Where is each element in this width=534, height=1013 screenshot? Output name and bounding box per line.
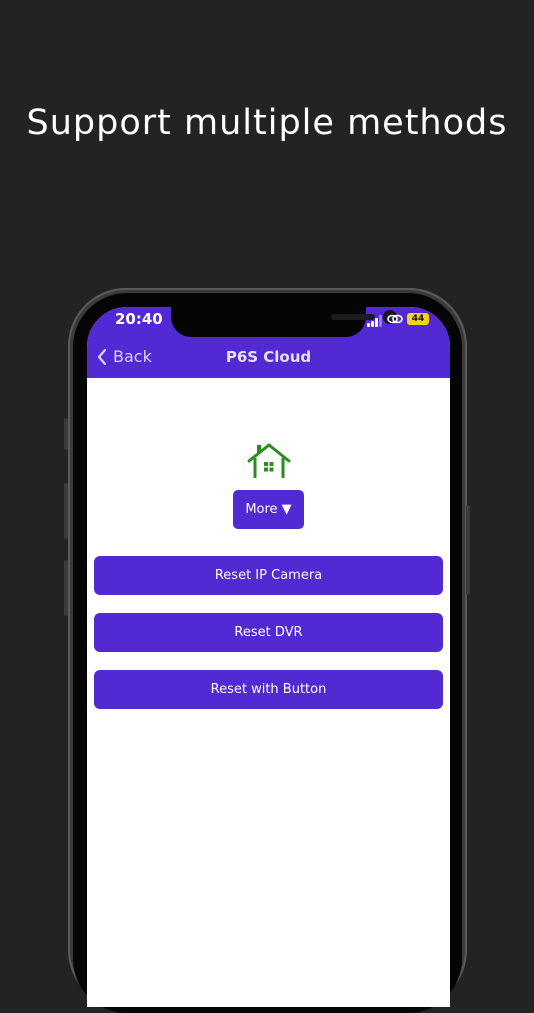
button-label: Reset DVR bbox=[234, 625, 303, 640]
signal-bar bbox=[367, 323, 370, 327]
mute-switch bbox=[64, 418, 68, 450]
battery-level: 44 bbox=[411, 314, 425, 324]
page-title: P6S Cloud bbox=[225, 348, 312, 366]
house-icon bbox=[247, 443, 291, 478]
promo-headline: Support multiple methods bbox=[26, 103, 508, 143]
reset-dvr-button[interactable]: Reset DVR bbox=[94, 613, 443, 652]
button-label: Reset with Button bbox=[210, 682, 327, 697]
signal-bar bbox=[371, 321, 374, 327]
app-header: 20:40 44 Back P6S Cloud bbox=[87, 307, 450, 378]
speaker bbox=[331, 314, 375, 320]
more-button[interactable]: More ▼ bbox=[233, 490, 304, 529]
signal-bar bbox=[379, 315, 382, 327]
reset-with-button-button[interactable]: Reset with Button bbox=[94, 670, 443, 709]
power-button bbox=[466, 505, 470, 595]
reset-ip-camera-button[interactable]: Reset IP Camera bbox=[94, 556, 443, 595]
phone-screen: 20:40 44 Back P6S Cloud More ▼ Reset IP … bbox=[87, 307, 450, 1007]
battery-indicator: 44 bbox=[407, 313, 429, 325]
notch bbox=[171, 307, 397, 337]
more-label: More ▼ bbox=[245, 502, 292, 517]
signal-bar bbox=[375, 318, 378, 327]
status-time: 20:40 bbox=[115, 310, 163, 328]
volume-down-button bbox=[64, 560, 68, 616]
button-label: Reset IP Camera bbox=[214, 568, 323, 583]
link-icon bbox=[387, 314, 403, 324]
volume-up-button bbox=[64, 483, 68, 539]
